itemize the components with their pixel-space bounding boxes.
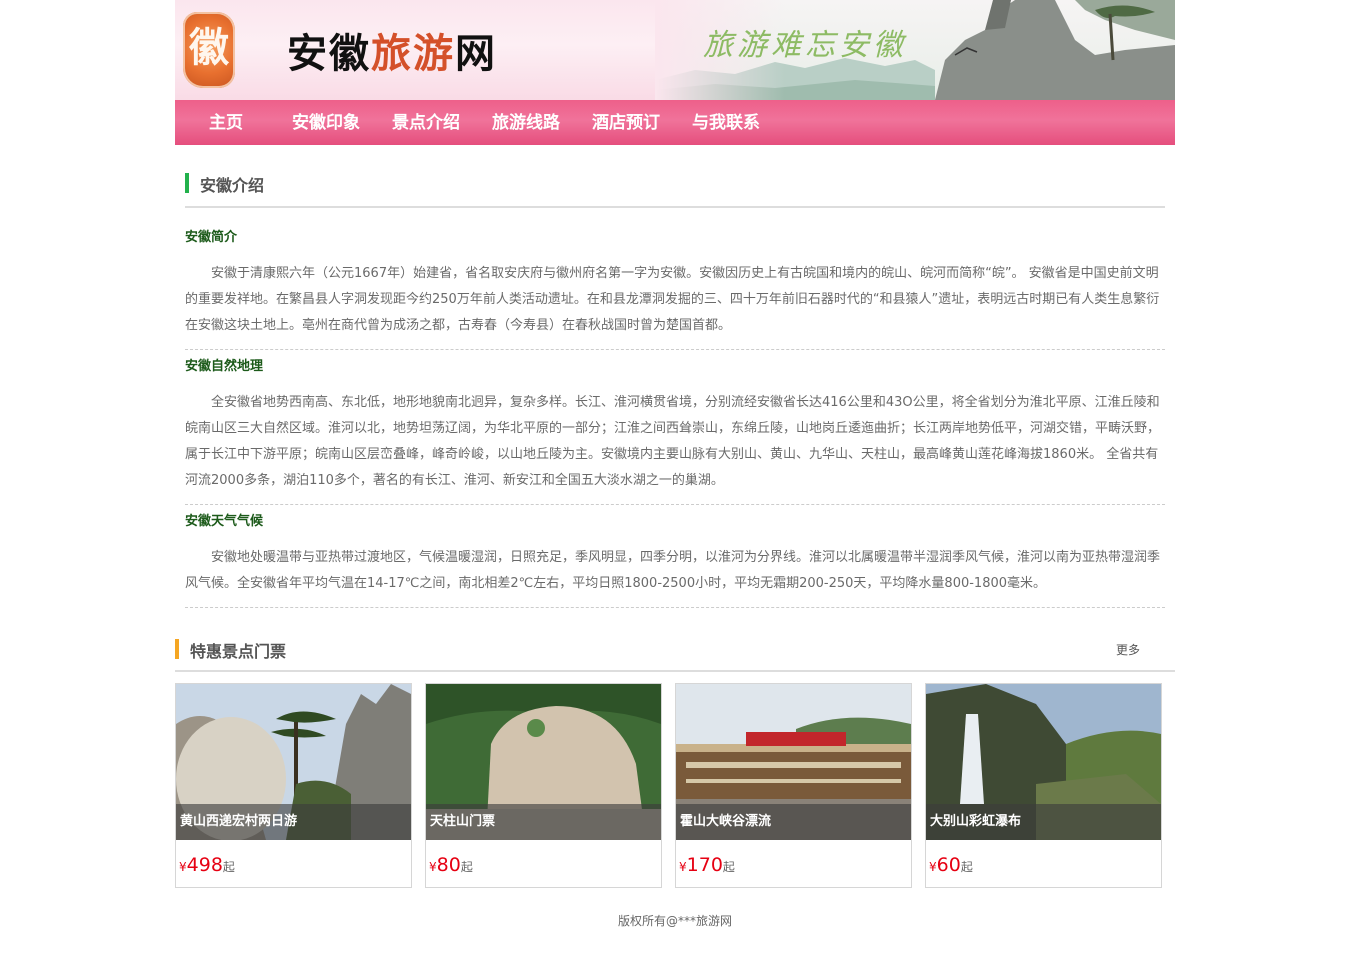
tickets-divider [175, 670, 1175, 672]
title-part-1: 安徽 [287, 30, 371, 77]
ticket-price: ¥60起 [929, 854, 973, 876]
currency-symbol: ¥ [179, 860, 187, 874]
intro-text-overview: 安徽于清康熙六年（公元1667年）始建省，省名取安庆府与徽州府名第一字为安徽。安… [185, 266, 1160, 333]
site-header: 徽 安徽旅游网 旅游难忘安徽 [175, 0, 1175, 100]
site-title: 安徽旅游网 [287, 30, 497, 78]
intro-text-climate: 安徽地处暖温带与亚热带过渡地区，气候温暖湿润，日照充足，季风明显，四季分明，以淮… [185, 550, 1161, 591]
intro-heading-geography: 安徽自然地理 [185, 359, 264, 374]
intro-title: 安徽介绍 [200, 176, 265, 195]
nav-item-hotels[interactable]: 酒店预订 [592, 100, 660, 145]
logo-seal-icon[interactable]: 徽 [183, 12, 235, 88]
nav-item-impression[interactable]: 安徽印象 [292, 100, 360, 145]
dashed-divider [185, 504, 1165, 505]
ticket-price: ¥498起 [179, 854, 235, 876]
ticket-name: 天柱山门票 [426, 804, 661, 840]
intro-divider [185, 206, 1165, 208]
currency-symbol: ¥ [429, 860, 437, 874]
ticket-name: 霍山大峡谷漂流 [676, 804, 911, 840]
intro-text-geography: 全安徽省地势西南高、东北低，地形地貌南北迥异，复杂多样。长江、淮河横贯省境，分别… [185, 395, 1161, 488]
ticket-card-huangshan[interactable]: 黄山西递宏村两日游 ¥498起 [175, 683, 412, 888]
intro-heading-overview: 安徽简介 [185, 230, 238, 245]
nav-item-contact[interactable]: 与我联系 [692, 100, 760, 145]
nav-item-routes[interactable]: 旅游线路 [492, 100, 560, 145]
header-slogan: 旅游难忘安徽 [703, 28, 907, 63]
ticket-card-tianzhushan[interactable]: 天柱山门票 ¥80起 [425, 683, 662, 888]
ticket-price: ¥80起 [429, 854, 473, 876]
intro-block-geography: 安徽自然地理 全安徽省地势西南高、东北低，地形地貌南北迥异，复杂多样。长江、淮河… [185, 357, 1165, 505]
price-suffix: 起 [460, 860, 473, 874]
price-suffix: 起 [960, 860, 973, 874]
ticket-card-dabieshan[interactable]: 大别山彩虹瀑布 ¥60起 [925, 683, 1162, 888]
dashed-divider [185, 349, 1165, 350]
nav-item-home[interactable]: 主页 [209, 100, 243, 145]
price-suffix: 起 [722, 860, 735, 874]
intro-block-climate: 安徽天气气候 安徽地处暖温带与亚热带过渡地区，气候温暖湿润，日照充足，季风明显，… [185, 512, 1165, 608]
more-link[interactable]: 更多 [1116, 641, 1140, 658]
footer-copyright: 版权所有@***旅游网 [617, 914, 732, 928]
intro-heading-climate: 安徽天气气候 [185, 514, 264, 529]
title-part-2: 旅游 [371, 30, 455, 77]
price-value: 498 [186, 854, 223, 876]
page-container: 徽 安徽旅游网 旅游难忘安徽 主页 安徽印象 景点介绍 旅游线路 酒店预订 与我… [175, 0, 1175, 928]
price-value: 60 [936, 854, 961, 876]
price-suffix: 起 [222, 860, 235, 874]
ticket-price: ¥170起 [679, 854, 735, 876]
currency-symbol: ¥ [929, 860, 937, 874]
title-part-3: 网 [455, 30, 497, 77]
nav-item-attractions[interactable]: 景点介绍 [392, 100, 460, 145]
tickets-title-bar [175, 639, 179, 659]
ticket-name: 大别山彩虹瀑布 [926, 804, 1161, 840]
ticket-name: 黄山西递宏村两日游 [176, 804, 411, 840]
logo-glyph: 徽 [189, 24, 229, 71]
currency-symbol: ¥ [679, 860, 687, 874]
intro-title-bar [185, 173, 189, 193]
dashed-divider [185, 607, 1165, 608]
ticket-card-huoshan[interactable]: 霍山大峡谷漂流 ¥170起 [675, 683, 912, 888]
price-value: 170 [686, 854, 723, 876]
main-nav: 主页 安徽印象 景点介绍 旅游线路 酒店预订 与我联系 [175, 100, 1175, 145]
price-value: 80 [436, 854, 461, 876]
intro-block-overview: 安徽简介 安徽于清康熙六年（公元1667年）始建省，省名取安庆府与徽州府名第一字… [185, 228, 1165, 350]
tickets-title: 特惠景点门票 [190, 642, 287, 661]
